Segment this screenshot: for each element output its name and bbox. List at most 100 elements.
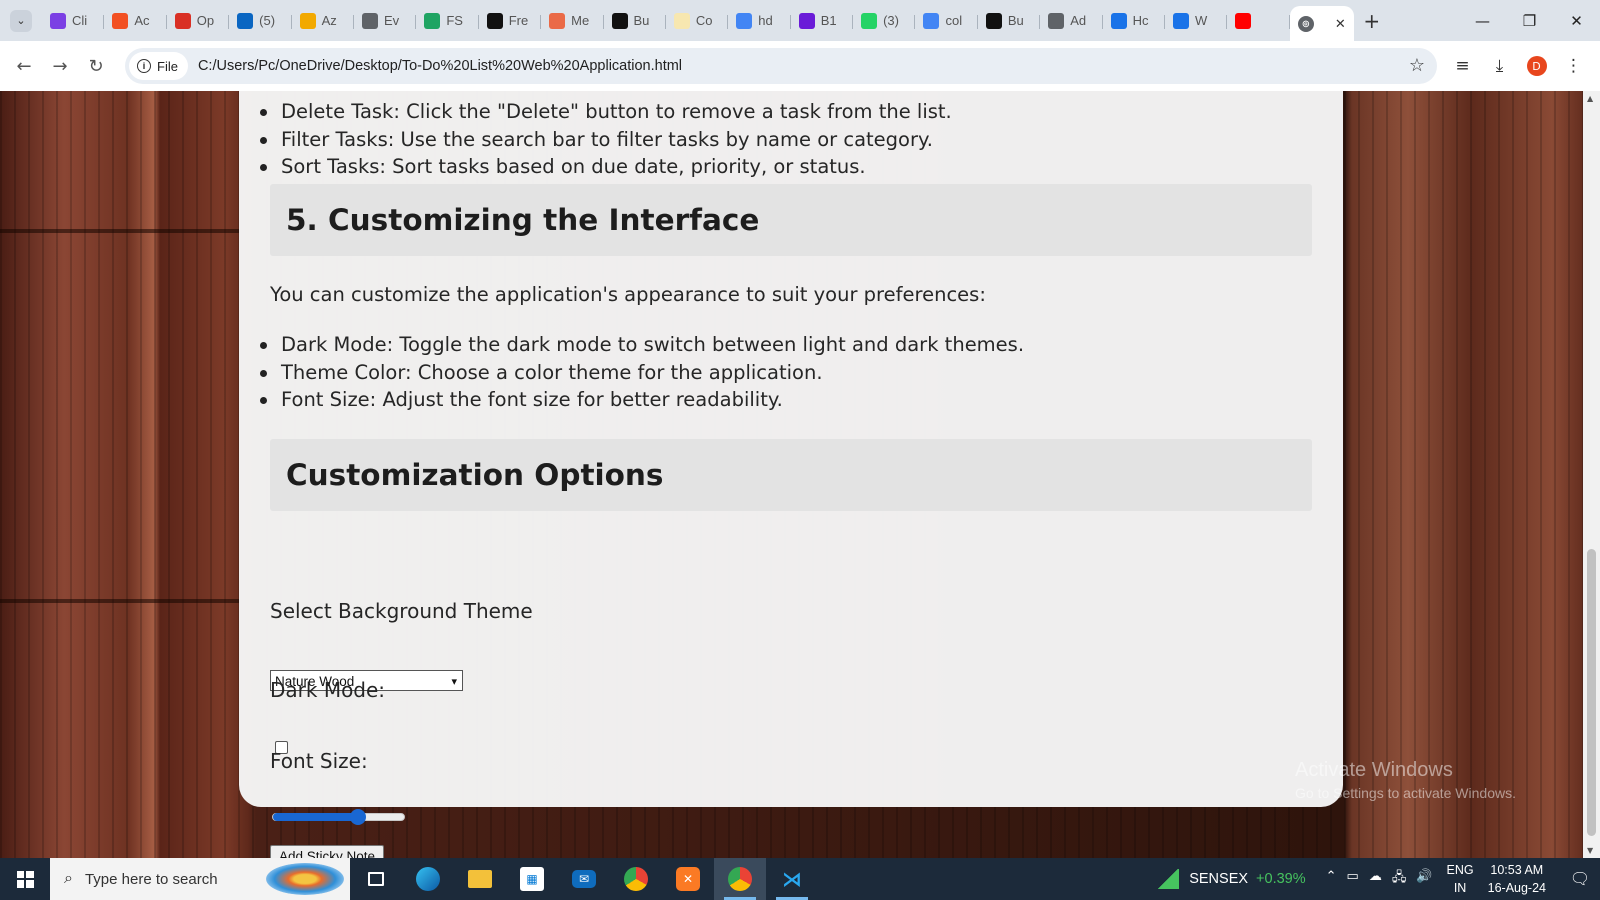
- google-icon: [923, 12, 940, 29]
- url-text[interactable]: C:/Users/Pc/OneDrive/Desktop/To-Do%20Lis…: [198, 58, 682, 74]
- tab-11[interactable]: hd: [728, 6, 791, 36]
- folder-icon: [468, 870, 492, 888]
- taskbar-file-explorer[interactable]: [454, 858, 506, 900]
- font-size-slider[interactable]: [272, 809, 405, 825]
- network-icon[interactable]: 🖧: [1392, 868, 1407, 890]
- stock-ticker[interactable]: SENSEX +0.39%: [1157, 869, 1306, 889]
- edge-icon: [416, 867, 440, 891]
- restore-button[interactable]: ❐: [1506, 0, 1553, 41]
- tab-8[interactable]: Me: [541, 6, 604, 36]
- address-bar[interactable]: i File C:/Users/Pc/OneDrive/Desktop/To-D…: [125, 48, 1437, 84]
- store-icon: ▦: [520, 867, 544, 891]
- onedrive-icon[interactable]: ☁: [1369, 868, 1382, 890]
- profile-button[interactable]: D: [1518, 48, 1555, 84]
- gmail-icon: [174, 12, 191, 29]
- tab-15[interactable]: Bu: [978, 6, 1041, 36]
- tab-19[interactable]: [1227, 6, 1290, 36]
- wood-plank-seam: [0, 599, 240, 603]
- tab-3[interactable]: (5): [229, 6, 292, 36]
- activation-watermark-title: Activate Windows: [1295, 759, 1453, 781]
- xampp-icon: ✕: [676, 867, 700, 891]
- section-heading-box: 5. Customizing the Interface: [270, 184, 1312, 256]
- tab-7[interactable]: Fre: [479, 6, 542, 36]
- browser-toolbar: ← → ↻ i File C:/Users/Pc/OneDrive/Deskto…: [0, 41, 1600, 91]
- taskbar-search[interactable]: ⌕ Type here to search: [50, 858, 350, 900]
- section-heading: 5. Customizing the Interface: [286, 203, 760, 237]
- tab-label: col: [945, 13, 963, 28]
- forward-button[interactable]: →: [42, 48, 78, 84]
- customize-intro: You can customize the application's appe…: [270, 283, 986, 306]
- minimize-button[interactable]: —: [1459, 0, 1506, 41]
- tab-14[interactable]: col: [915, 6, 978, 36]
- codingninjas-icon: [1173, 12, 1190, 29]
- tab-4[interactable]: Az: [292, 6, 354, 36]
- browser-tab-strip: ⌄ Cli Ac Op (5) Az Ev FS Fre Me Bu Co hd B1 (3) col Bu A…: [0, 0, 1600, 41]
- options-heading-box: Customization Options: [270, 439, 1312, 511]
- activation-watermark-subtitle: Go to Settings to activate Windows.: [1295, 785, 1516, 801]
- tab-17[interactable]: Hc: [1103, 6, 1166, 36]
- tab-18[interactable]: W: [1165, 6, 1228, 36]
- tab-9[interactable]: Bu: [604, 6, 666, 36]
- list-item: Theme Color: Choose a color theme for th…: [259, 359, 1024, 387]
- scroll-down-icon[interactable]: ▼: [1587, 846, 1593, 855]
- meet-now-icon[interactable]: ▭: [1347, 868, 1359, 890]
- tab-label: Ac: [134, 13, 150, 28]
- site-info-chip[interactable]: i File: [129, 52, 188, 80]
- b12-icon: [798, 12, 815, 29]
- clock-time: 10:53 AM: [1490, 863, 1544, 877]
- scroll-up-icon[interactable]: ▲: [1587, 94, 1593, 103]
- dark-mode-label: Dark Mode:: [270, 678, 386, 702]
- tab-search-button[interactable]: ⌄: [0, 0, 42, 41]
- list-item: Filter Tasks: Use the search bar to filt…: [260, 126, 952, 154]
- chrome-profile-icon: [728, 867, 752, 891]
- vertical-scrollbar[interactable]: ▲ ▼: [1583, 91, 1600, 858]
- language-indicator[interactable]: ENG IN: [1447, 861, 1474, 897]
- bookmark-star-icon[interactable]: ☆: [1409, 55, 1425, 76]
- taskbar-edge[interactable]: [402, 858, 454, 900]
- tab-6[interactable]: FS: [416, 6, 479, 36]
- google-icon: [736, 12, 753, 29]
- slider-fill: [273, 813, 359, 821]
- page-viewport: Delete Task: Click the "Delete" button t…: [0, 91, 1600, 858]
- clock[interactable]: 10:53 AM 16-Aug-24: [1488, 861, 1546, 897]
- menu-kebab-icon[interactable]: ⋮: [1555, 48, 1592, 84]
- new-tab-button[interactable]: +: [1354, 9, 1390, 33]
- theme-label: Select Background Theme: [270, 599, 533, 623]
- tab-label: B1: [820, 13, 837, 28]
- tab-12[interactable]: B1: [791, 6, 854, 36]
- close-window-button[interactable]: ✕: [1553, 0, 1600, 41]
- volume-icon[interactable]: 🔊: [1416, 868, 1432, 890]
- tab-label: Bu: [633, 13, 650, 28]
- scrollbar-thumb[interactable]: [1587, 549, 1596, 836]
- tab-13[interactable]: (3): [853, 6, 916, 36]
- tab-active[interactable]: ◎ ✕: [1289, 6, 1354, 41]
- tab-2[interactable]: Op: [167, 6, 230, 36]
- taskbar-xampp[interactable]: ✕: [662, 858, 714, 900]
- chevron-up-icon[interactable]: ⌃: [1326, 868, 1337, 890]
- taskbar-chrome[interactable]: [610, 858, 662, 900]
- tab-16[interactable]: Ad: [1040, 6, 1103, 36]
- add-sticky-note-button[interactable]: Add Sticky Note: [270, 845, 384, 858]
- reload-button[interactable]: ↻: [78, 48, 114, 84]
- tab-1[interactable]: Ac: [104, 6, 167, 36]
- windows-logo-icon: [16, 870, 34, 888]
- taskbar-store[interactable]: ▦: [506, 858, 558, 900]
- task-view-button[interactable]: [350, 858, 402, 900]
- start-button[interactable]: [0, 858, 50, 900]
- slider-thumb[interactable]: [350, 809, 367, 825]
- tab-10[interactable]: Co: [666, 6, 729, 36]
- list-item: Dark Mode: Toggle the dark mode to switc…: [259, 331, 1024, 359]
- info-icon: i: [137, 59, 151, 73]
- back-button[interactable]: ←: [6, 48, 42, 84]
- tab-5[interactable]: Ev: [354, 6, 417, 36]
- taskbar-vscode[interactable]: ⋊: [766, 858, 818, 900]
- tab-label: Ev: [383, 13, 400, 28]
- taskbar-chrome-active[interactable]: [714, 858, 766, 900]
- chevron-down-icon: ▾: [451, 675, 457, 688]
- notification-center-button[interactable]: 🗨: [1560, 858, 1600, 900]
- taskbar-mail[interactable]: ✉: [558, 858, 610, 900]
- tab-0[interactable]: Cli: [42, 6, 105, 36]
- media-controls-icon[interactable]: ≡: [1444, 48, 1481, 84]
- download-icon[interactable]: ⤓: [1481, 48, 1518, 84]
- close-tab-icon[interactable]: ✕: [1335, 16, 1346, 32]
